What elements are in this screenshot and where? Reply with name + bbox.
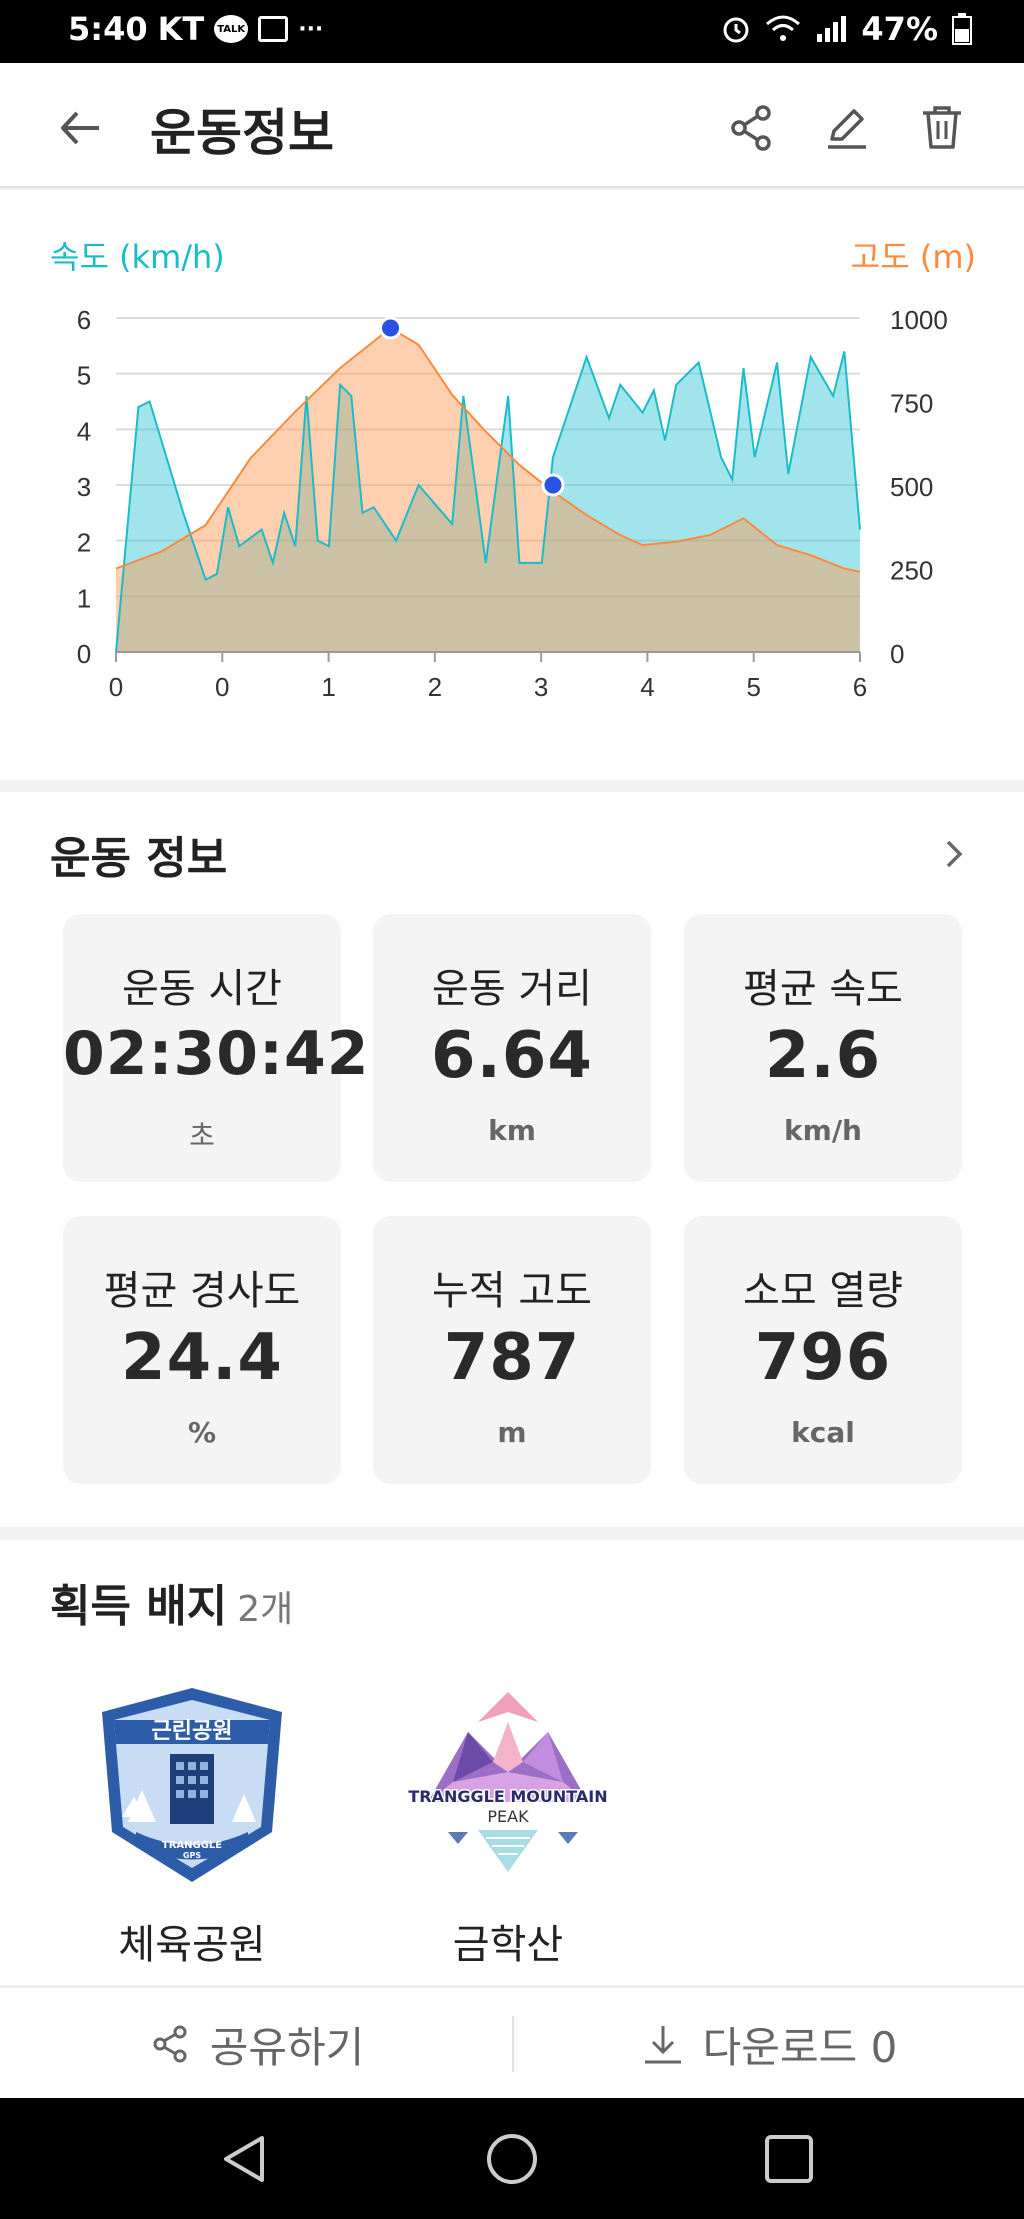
badges-title-text: 획득 배지 <box>50 1581 228 1632</box>
badges-title: 획득 배지 2개 <box>50 1570 293 1634</box>
nav-recents-icon[interactable] <box>760 2130 818 2188</box>
app-bar: 운동정보 <box>0 63 1024 188</box>
stat-card-calories: 소모 열량 796 kcal <box>684 1216 962 1484</box>
badge-emblem-sub2: GPS <box>183 1851 201 1860</box>
kakaotalk-icon: TALK <box>214 15 249 43</box>
y-tick-label-right: 750 <box>890 389 933 419</box>
stat-label: 평균 경사도 <box>103 1268 301 1314</box>
chart-card: 속도 (km/h) 고도 (m) 6 5 4 3 2 1 0 1000 750 500 250 0 0 0… <box>0 190 1024 780</box>
exercise-info-section: 운동 정보 운동 시간 02:30:42 초 운동 거리 6.64 km 평균 … <box>0 792 1024 1527</box>
badge-name: 금학산 <box>452 1922 564 1968</box>
y-tick-label-right: 1000 <box>890 305 948 335</box>
back-arrow-icon[interactable] <box>55 103 105 153</box>
chart-marker <box>379 316 403 340</box>
battery-icon <box>952 13 972 45</box>
badge-emblem-sub: TRANGGLE <box>162 1840 222 1851</box>
status-bar: 5:40 KT TALK ··· 47% <box>0 0 1024 63</box>
share-icon <box>153 2025 187 2063</box>
stat-card-cumulative-altitude: 누적 고도 787 m <box>373 1216 651 1484</box>
x-tick-label: 5 <box>746 672 760 702</box>
y-tick-label-right: 500 <box>890 472 933 502</box>
x-tick-label: 6 <box>853 672 867 702</box>
y-tick-label-left: 4 <box>77 416 91 446</box>
stat-label: 운동 시간 <box>122 966 282 1012</box>
stat-unit: km/h <box>784 1114 862 1147</box>
stat-label: 평균 속도 <box>743 966 903 1012</box>
stat-card-time: 운동 시간 02:30:42 초 <box>63 914 370 1182</box>
stat-unit: km <box>488 1114 536 1147</box>
x-tick-label: 0 <box>215 672 229 702</box>
nav-back-icon[interactable] <box>216 2130 274 2188</box>
share-label: 공유하기 <box>209 2022 365 2072</box>
x-tick-label: 3 <box>534 672 548 702</box>
stat-label: 운동 거리 <box>432 966 592 1012</box>
share-button[interactable]: 공유하기 <box>0 1988 512 2100</box>
y-tick-label-right: 250 <box>890 556 933 586</box>
y-tick-label-left: 6 <box>77 305 91 335</box>
download-icon <box>644 2026 681 2064</box>
status-more: ··· <box>298 16 324 42</box>
badge-name: 체육공원 <box>118 1922 266 1968</box>
status-carrier: KT <box>157 10 205 48</box>
wifi-icon <box>766 15 801 41</box>
trash-icon[interactable] <box>915 101 969 155</box>
status-time: 5:40 <box>68 10 148 48</box>
mountain-badge-emblem-icon: TRANGGLE MOUNTAIN PEAK <box>408 1692 608 1872</box>
y-tick-label-left: 5 <box>77 361 91 391</box>
stat-label: 누적 고도 <box>432 1268 592 1314</box>
stat-unit: m <box>497 1416 527 1449</box>
speed-altitude-chart[interactable]: 6543210100075050025000 0 1 2 3 4 5 6 <box>0 190 1024 770</box>
message-icon <box>258 16 289 42</box>
badge-emblem-sub: PEAK <box>487 1807 529 1826</box>
share-icon[interactable] <box>725 101 779 155</box>
stat-value: 02:30:42 <box>63 1019 370 1089</box>
y-tick-label-left: 3 <box>77 472 91 502</box>
status-right: 47% <box>721 10 972 48</box>
signal-icon <box>817 16 847 42</box>
x-tick-label: 4 <box>640 672 654 702</box>
badge-emblem-title: 근린공원 <box>152 1719 233 1744</box>
y-tick-label-left: 2 <box>77 528 91 558</box>
stat-value: 24.4 <box>121 1321 283 1395</box>
chevron-right-icon[interactable] <box>934 834 974 874</box>
stat-unit: % <box>187 1416 217 1449</box>
y-tick-label-left: 1 <box>77 583 91 613</box>
stat-value: 6.64 <box>431 1019 593 1093</box>
x-tick-label: 2 <box>428 672 442 702</box>
download-label: 다운로드 0 <box>702 2022 898 2072</box>
page-title: 운동정보 <box>150 104 334 162</box>
stat-value: 796 <box>754 1321 892 1395</box>
badges-count: 2개 <box>237 1589 294 1630</box>
stat-unit: 초 <box>189 1119 215 1152</box>
stat-card-avg-speed: 평균 속도 2.6 km/h <box>684 914 962 1182</box>
badge-emblem-title: TRANGGLE MOUNTAIN <box>408 1787 607 1806</box>
exercise-info-title: 운동 정보 <box>50 833 228 884</box>
y-tick-label-right: 0 <box>890 639 904 669</box>
edit-pencil-icon[interactable] <box>820 101 874 155</box>
park-badge-emblem-icon: 근린공원 TRANGGLE GPS <box>102 1688 282 1882</box>
status-left: 5:40 KT TALK ··· <box>68 10 323 48</box>
bottom-action-bar: 공유하기 다운로드 0 <box>0 1986 1024 2098</box>
nav-home-icon[interactable] <box>483 2130 541 2188</box>
stat-label: 소모 열량 <box>743 1268 903 1314</box>
y-tick-label-left: 0 <box>77 639 91 669</box>
stat-card-avg-slope: 평균 경사도 24.4 % <box>63 1216 341 1484</box>
chart-marker <box>541 473 565 497</box>
download-button[interactable]: 다운로드 0 <box>514 1988 1024 2100</box>
battery-percent: 47% <box>861 10 938 48</box>
stat-unit: kcal <box>791 1416 855 1449</box>
system-nav-bar <box>0 2098 1024 2219</box>
x-tick-label: 1 <box>321 672 335 702</box>
stat-card-distance: 운동 거리 6.64 km <box>373 914 651 1182</box>
badges-section: 획득 배지 2개 근린공원 TRANGGLE GPS 체육공원 TRANGGLE … <box>0 1540 1024 1985</box>
alarm-icon <box>723 17 749 43</box>
stat-value: 2.6 <box>764 1019 882 1093</box>
x-tick-label: 0 <box>109 672 123 702</box>
stat-value: 787 <box>443 1321 581 1395</box>
